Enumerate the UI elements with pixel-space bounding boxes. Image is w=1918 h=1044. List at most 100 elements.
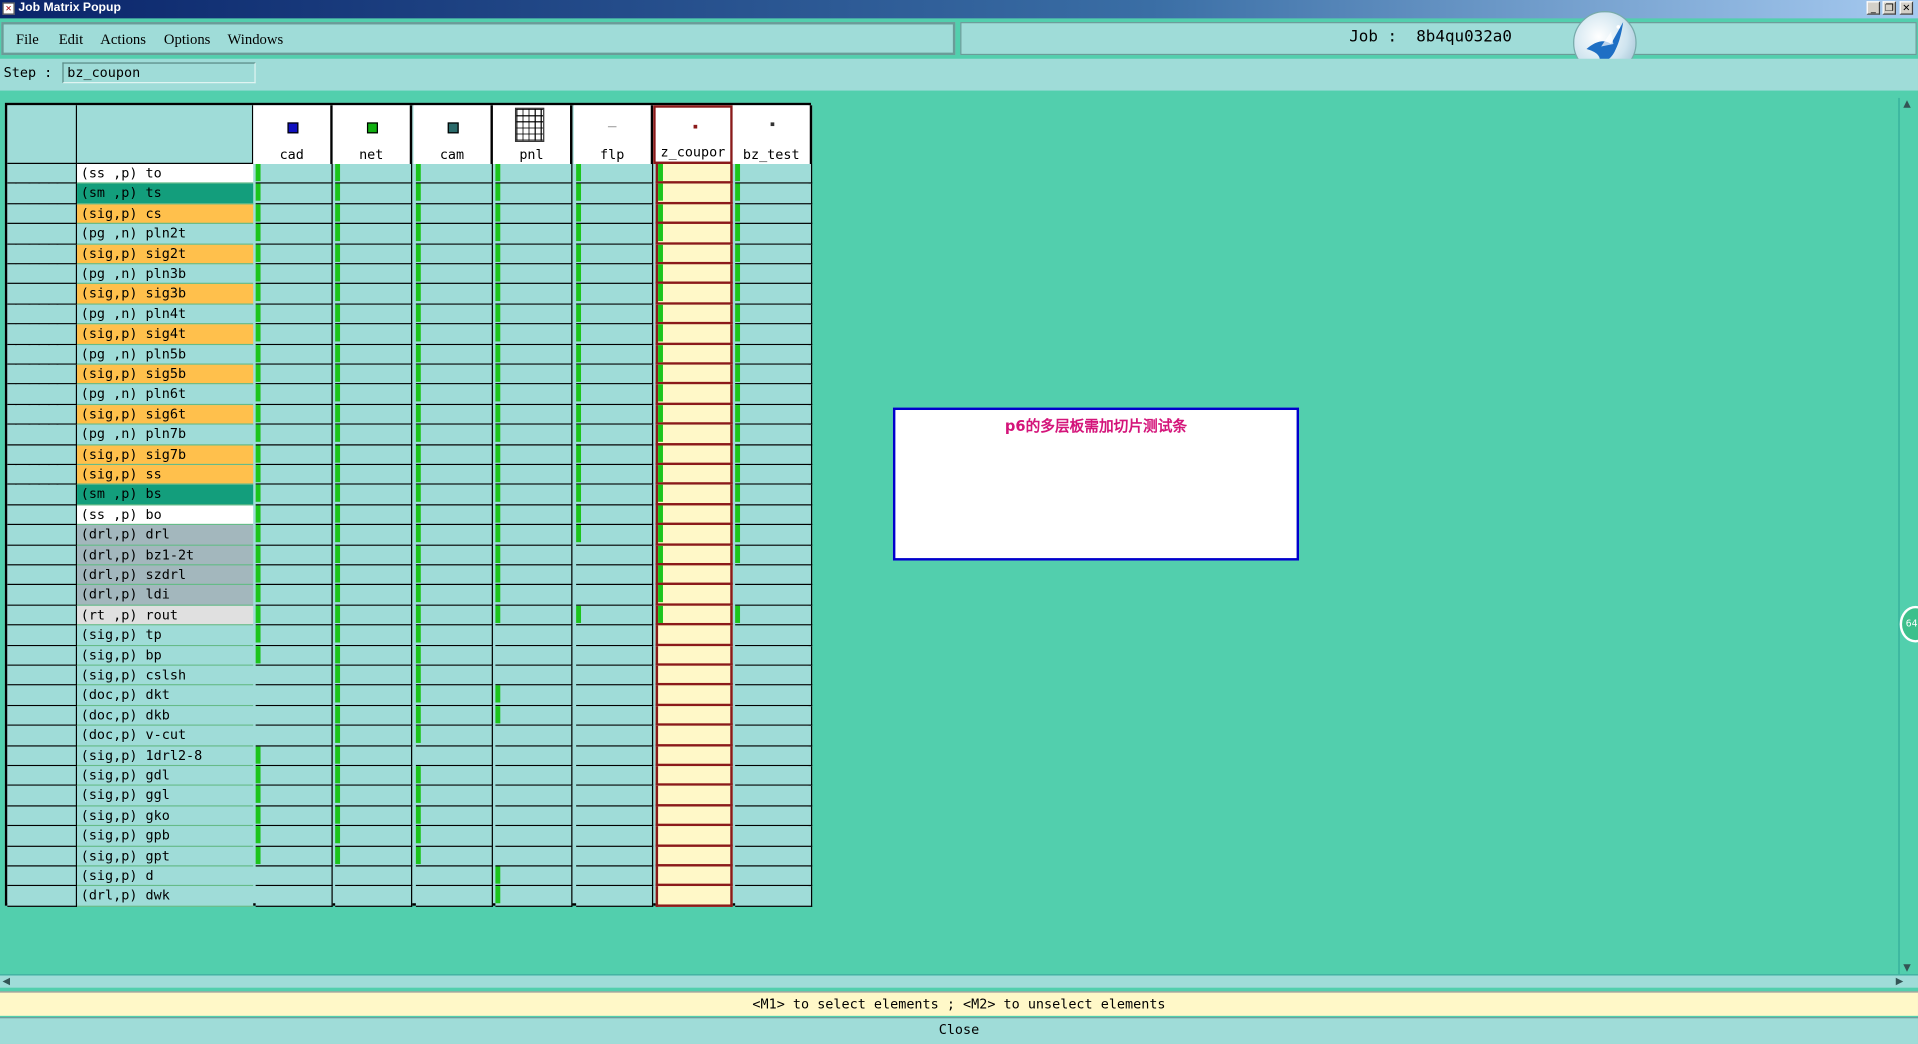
layer-row-label[interactable]: (sig,p) gko bbox=[77, 806, 254, 827]
layer-row-label[interactable]: (sig,p) ss bbox=[77, 465, 254, 486]
matrix-cell[interactable] bbox=[255, 806, 333, 827]
matrix-cell[interactable] bbox=[576, 465, 654, 486]
matrix-cell[interactable] bbox=[735, 164, 813, 185]
matrix-cell[interactable] bbox=[495, 705, 573, 727]
matrix-cell[interactable] bbox=[735, 605, 813, 626]
menu-windows[interactable]: Windows bbox=[228, 31, 284, 49]
column-header-bz_coupon[interactable]: z_coupor bbox=[653, 105, 733, 165]
layer-row-label[interactable]: (drl,p) drl bbox=[77, 525, 254, 546]
layer-row-label[interactable]: (doc,p) dkt bbox=[77, 685, 254, 706]
matrix-cell[interactable] bbox=[415, 324, 493, 345]
matrix-cell[interactable] bbox=[735, 766, 813, 787]
matrix-cell[interactable] bbox=[415, 886, 493, 907]
matrix-cell[interactable] bbox=[255, 866, 333, 887]
matrix-cell[interactable] bbox=[735, 645, 813, 666]
matrix-cell[interactable] bbox=[495, 445, 573, 466]
matrix-cell[interactable] bbox=[335, 244, 413, 265]
matrix-cell[interactable] bbox=[655, 164, 733, 185]
matrix-cell[interactable] bbox=[495, 826, 573, 847]
matrix-cell[interactable] bbox=[335, 705, 413, 727]
layer-row-label[interactable]: (drl,p) szdrl bbox=[77, 565, 254, 586]
matrix-cell[interactable] bbox=[415, 485, 493, 506]
matrix-cell[interactable] bbox=[495, 344, 573, 365]
matrix-cell[interactable] bbox=[415, 404, 493, 425]
matrix-cell[interactable] bbox=[255, 665, 333, 686]
layer-row-label[interactable]: (sig,p) sig2t bbox=[77, 244, 254, 265]
matrix-cell[interactable] bbox=[655, 826, 733, 847]
matrix-cell[interactable] bbox=[255, 565, 333, 586]
matrix-cell[interactable] bbox=[576, 625, 654, 646]
matrix-cell[interactable] bbox=[735, 364, 813, 385]
layer-row-label[interactable]: (sig,p) cs bbox=[77, 204, 254, 225]
matrix-cell[interactable] bbox=[576, 806, 654, 827]
matrix-cell[interactable] bbox=[495, 545, 573, 566]
matrix-cell[interactable] bbox=[415, 465, 493, 486]
matrix-cell[interactable] bbox=[415, 625, 493, 646]
matrix-cell[interactable] bbox=[576, 445, 654, 466]
matrix-cell[interactable] bbox=[415, 344, 493, 365]
matrix-cell[interactable] bbox=[655, 404, 733, 425]
matrix-cell[interactable] bbox=[335, 585, 413, 606]
matrix-cell[interactable] bbox=[495, 304, 573, 325]
layer-row-label[interactable]: (sig,p) sig7b bbox=[77, 445, 254, 466]
matrix-cell[interactable] bbox=[735, 705, 813, 727]
matrix-cell[interactable] bbox=[335, 625, 413, 646]
matrix-cell[interactable] bbox=[655, 866, 733, 887]
menu-edit[interactable]: Edit bbox=[59, 31, 83, 49]
layer-row-label[interactable]: (ss ,p) bo bbox=[77, 505, 254, 526]
matrix-cell[interactable] bbox=[495, 746, 573, 767]
matrix-cell[interactable] bbox=[735, 184, 813, 205]
matrix-cell[interactable] bbox=[335, 826, 413, 847]
matrix-cell[interactable] bbox=[655, 505, 733, 526]
matrix-cell[interactable] bbox=[415, 565, 493, 586]
layer-row-label[interactable]: (sig,p) bp bbox=[77, 645, 254, 666]
layer-row-label[interactable]: (drl,p) ldi bbox=[77, 585, 254, 606]
matrix-cell[interactable] bbox=[415, 665, 493, 686]
matrix-cell[interactable] bbox=[655, 846, 733, 867]
column-header-bz_test[interactable]: bz_test bbox=[732, 105, 813, 165]
matrix-cell[interactable] bbox=[255, 746, 333, 767]
layer-row-label[interactable]: (sig,p) ggl bbox=[77, 786, 254, 807]
matrix-cell[interactable] bbox=[495, 505, 573, 526]
matrix-cell[interactable] bbox=[576, 184, 654, 205]
matrix-cell[interactable] bbox=[735, 525, 813, 546]
matrix-cell[interactable] bbox=[655, 244, 733, 265]
matrix-cell[interactable] bbox=[576, 164, 654, 185]
matrix-cell[interactable] bbox=[576, 786, 654, 807]
matrix-cell[interactable] bbox=[576, 204, 654, 225]
matrix-cell[interactable] bbox=[255, 364, 333, 385]
matrix-cell[interactable] bbox=[335, 304, 413, 325]
matrix-cell[interactable] bbox=[415, 685, 493, 706]
matrix-cell[interactable] bbox=[415, 264, 493, 285]
matrix-cell[interactable] bbox=[335, 445, 413, 466]
matrix-cell[interactable] bbox=[335, 766, 413, 787]
matrix-cell[interactable] bbox=[255, 605, 333, 626]
matrix-cell[interactable] bbox=[655, 284, 733, 305]
matrix-cell[interactable] bbox=[495, 786, 573, 807]
matrix-cell[interactable] bbox=[576, 705, 654, 727]
matrix-cell[interactable] bbox=[415, 164, 493, 185]
matrix-cell[interactable] bbox=[576, 565, 654, 586]
matrix-cell[interactable] bbox=[655, 585, 733, 606]
matrix-cell[interactable] bbox=[255, 344, 333, 365]
matrix-cell[interactable] bbox=[495, 766, 573, 787]
matrix-cell[interactable] bbox=[255, 726, 333, 747]
matrix-cell[interactable] bbox=[576, 645, 654, 666]
restore-button[interactable]: ❐ bbox=[1882, 1, 1896, 15]
matrix-cell[interactable] bbox=[335, 866, 413, 887]
matrix-cell[interactable] bbox=[655, 364, 733, 385]
matrix-cell[interactable] bbox=[655, 264, 733, 285]
matrix-cell[interactable] bbox=[735, 846, 813, 867]
matrix-cell[interactable] bbox=[255, 204, 333, 225]
matrix-cell[interactable] bbox=[576, 264, 654, 285]
layer-row-label[interactable]: (pg ,n) pln6t bbox=[77, 384, 254, 405]
layer-row-label[interactable]: (sig,p) tp bbox=[77, 625, 254, 646]
matrix-cell[interactable] bbox=[576, 485, 654, 506]
scroll-left-icon[interactable]: ◀ bbox=[2, 975, 10, 987]
matrix-cell[interactable] bbox=[335, 224, 413, 245]
matrix-cell[interactable] bbox=[255, 846, 333, 867]
matrix-cell[interactable] bbox=[415, 826, 493, 847]
matrix-cell[interactable] bbox=[415, 224, 493, 245]
matrix-cell[interactable] bbox=[655, 565, 733, 586]
matrix-cell[interactable] bbox=[735, 404, 813, 425]
